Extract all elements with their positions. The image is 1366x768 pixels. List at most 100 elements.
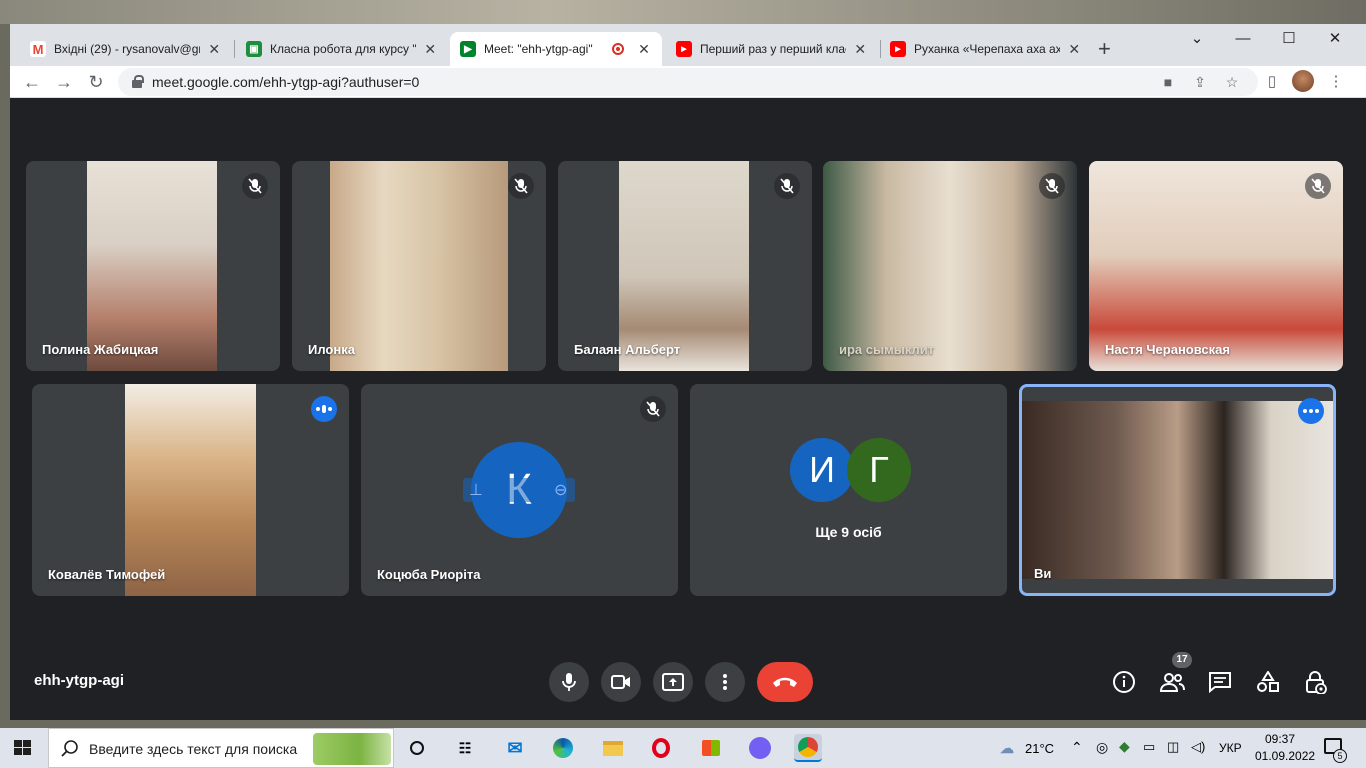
participant-tile[interactable]: Настя Черановская: [1089, 161, 1343, 371]
activities-button[interactable]: [1253, 667, 1283, 697]
new-tab-button[interactable]: +: [1098, 36, 1111, 62]
pin-icon[interactable]: ⊥: [469, 480, 483, 500]
present-screen-icon: [662, 673, 684, 691]
windows-taskbar: Введите здесь текст для поиска ☷ ✉ ☁ 21°…: [0, 728, 1366, 768]
more-vert-icon: [723, 674, 727, 690]
menu-kebab-icon[interactable]: ⋮: [1326, 72, 1346, 92]
chat-icon: [1209, 672, 1231, 693]
tab-youtube-1[interactable]: ▶ Перший раз у перший клас ✕: [666, 32, 878, 66]
recording-icon: [612, 43, 624, 55]
participant-tile[interactable]: Полина Жабицкая: [26, 161, 280, 371]
chat-button[interactable]: [1205, 667, 1235, 697]
host-controls-button[interactable]: [1301, 667, 1331, 697]
maximize-button[interactable]: ☐: [1266, 24, 1312, 56]
youtube-icon: ▶: [676, 41, 692, 57]
tab-classroom[interactable]: ▣ Класна робота для курсу "Е ✕: [236, 32, 448, 66]
windows-start-icon[interactable]: [14, 740, 32, 756]
self-tile[interactable]: Ви: [1019, 384, 1336, 596]
participant-avatar: Г: [847, 438, 911, 502]
clock-date[interactable]: 01.09.2022: [1255, 749, 1315, 763]
network-icon[interactable]: ◫: [1167, 739, 1179, 755]
mic-off-icon: [640, 396, 666, 422]
forward-button[interactable]: →: [52, 70, 76, 94]
tab-youtube-2[interactable]: ▶ Руханка «Черепаха аха аха» ✕: [880, 32, 1092, 66]
file-explorer-icon[interactable]: [599, 734, 627, 762]
mic-off-icon: [774, 173, 800, 199]
volume-icon[interactable]: ◁): [1191, 739, 1205, 755]
mail-icon[interactable]: ✉: [501, 734, 529, 762]
address-bar[interactable]: meet.google.com/ehh-ytgp-agi?authuser=0 …: [118, 68, 1258, 96]
activities-icon: [1257, 671, 1279, 692]
search-icon: [61, 740, 78, 757]
show-hidden-icons-icon[interactable]: ⌃: [1071, 739, 1083, 756]
keyboard-language[interactable]: УКР: [1219, 741, 1242, 755]
present-screen-button[interactable]: [653, 662, 693, 702]
close-tab-icon[interactable]: ✕: [636, 41, 652, 58]
meet-stage: Полина Жабицкая Илонка Балаян Альберт ир…: [10, 98, 1366, 720]
participant-video: [823, 161, 1077, 371]
participant-tile[interactable]: ира сымыклит: [823, 161, 1077, 371]
edge-icon[interactable]: [549, 734, 577, 762]
people-button[interactable]: [1157, 667, 1187, 697]
classroom-icon: ▣: [246, 41, 262, 57]
participant-tile[interactable]: К ⊥ ⊖ Коцюба Риоріта: [361, 384, 678, 596]
tab-search-button[interactable]: ⌄: [1174, 24, 1220, 56]
camera-icon[interactable]: ■: [1158, 72, 1178, 92]
meet-icon: ▶: [460, 41, 476, 57]
share-icon[interactable]: ⇪: [1190, 72, 1210, 92]
others-count-label: Ще 9 осіб: [815, 524, 882, 540]
close-tab-icon[interactable]: ✕: [206, 41, 222, 58]
microsoft-store-icon[interactable]: [697, 734, 725, 762]
meeting-details-button[interactable]: [1109, 667, 1139, 697]
mic-icon: [562, 673, 576, 691]
clock-time[interactable]: 09:37: [1265, 732, 1295, 746]
participant-tile[interactable]: Балаян Альберт: [558, 161, 812, 371]
chrome-icon[interactable]: [794, 734, 822, 762]
tab-gmail[interactable]: M Вхідні (29) - rysanovalv@gm ✕: [20, 32, 232, 66]
weather-temperature[interactable]: 21°C: [1025, 741, 1054, 756]
side-panel-icon[interactable]: ▯: [1262, 72, 1282, 92]
participant-tile[interactable]: Илонка: [292, 161, 546, 371]
battery-icon[interactable]: ▭: [1143, 739, 1155, 755]
camera-button[interactable]: [601, 662, 641, 702]
info-icon: [1113, 671, 1135, 693]
participant-tile[interactable]: Ковалёв Тимофей: [32, 384, 349, 596]
tray-app-icon[interactable]: ◎: [1096, 739, 1108, 756]
minimize-button[interactable]: —: [1220, 24, 1266, 56]
close-tab-icon[interactable]: ✕: [852, 41, 868, 58]
close-tab-icon[interactable]: ✕: [1066, 41, 1082, 58]
participant-video: [330, 161, 508, 371]
reload-button[interactable]: ↻: [84, 70, 108, 94]
more-options-button[interactable]: [705, 662, 745, 702]
search-highlight-illustration: [313, 733, 391, 765]
people-count-badge: 17: [1172, 652, 1192, 668]
meeting-code: ehh-ytgp-agi: [34, 672, 124, 689]
others-tile[interactable]: И Г Ще 9 осіб: [690, 384, 1007, 596]
remove-icon[interactable]: ⊖: [554, 480, 567, 500]
task-view-icon[interactable]: [403, 734, 431, 762]
browser-toolbar: ← → ↻ meet.google.com/ehh-ytgp-agi?authu…: [10, 66, 1366, 98]
weather-cloud-icon[interactable]: ☁: [993, 734, 1021, 762]
close-tab-icon[interactable]: ✕: [422, 41, 438, 58]
more-options-icon[interactable]: [1298, 398, 1324, 424]
mic-off-icon: [242, 173, 268, 199]
profile-avatar[interactable]: [1292, 70, 1314, 92]
mic-off-icon: [1039, 173, 1065, 199]
close-window-button[interactable]: ✕: [1312, 24, 1358, 56]
back-button[interactable]: ←: [20, 70, 44, 94]
opera-icon[interactable]: [647, 734, 675, 762]
leave-call-button[interactable]: [757, 662, 813, 702]
notification-count-badge: 5: [1333, 749, 1347, 763]
viber-icon[interactable]: [746, 734, 774, 762]
participant-video: [619, 161, 749, 371]
tray-security-icon[interactable]: ◆: [1119, 738, 1130, 755]
end-call-icon: [773, 677, 797, 687]
video-camera-icon: [611, 675, 630, 689]
mic-off-icon: [1305, 173, 1331, 199]
self-video: [1022, 401, 1333, 579]
bookmark-star-icon[interactable]: ☆: [1222, 72, 1242, 92]
tab-meet[interactable]: ▶ Meet: "ehh-ytgp-agi" ✕: [450, 32, 662, 66]
widgets-icon[interactable]: ☷: [451, 734, 479, 762]
mic-button[interactable]: [549, 662, 589, 702]
taskbar-search-box[interactable]: Введите здесь текст для поиска: [48, 728, 394, 768]
